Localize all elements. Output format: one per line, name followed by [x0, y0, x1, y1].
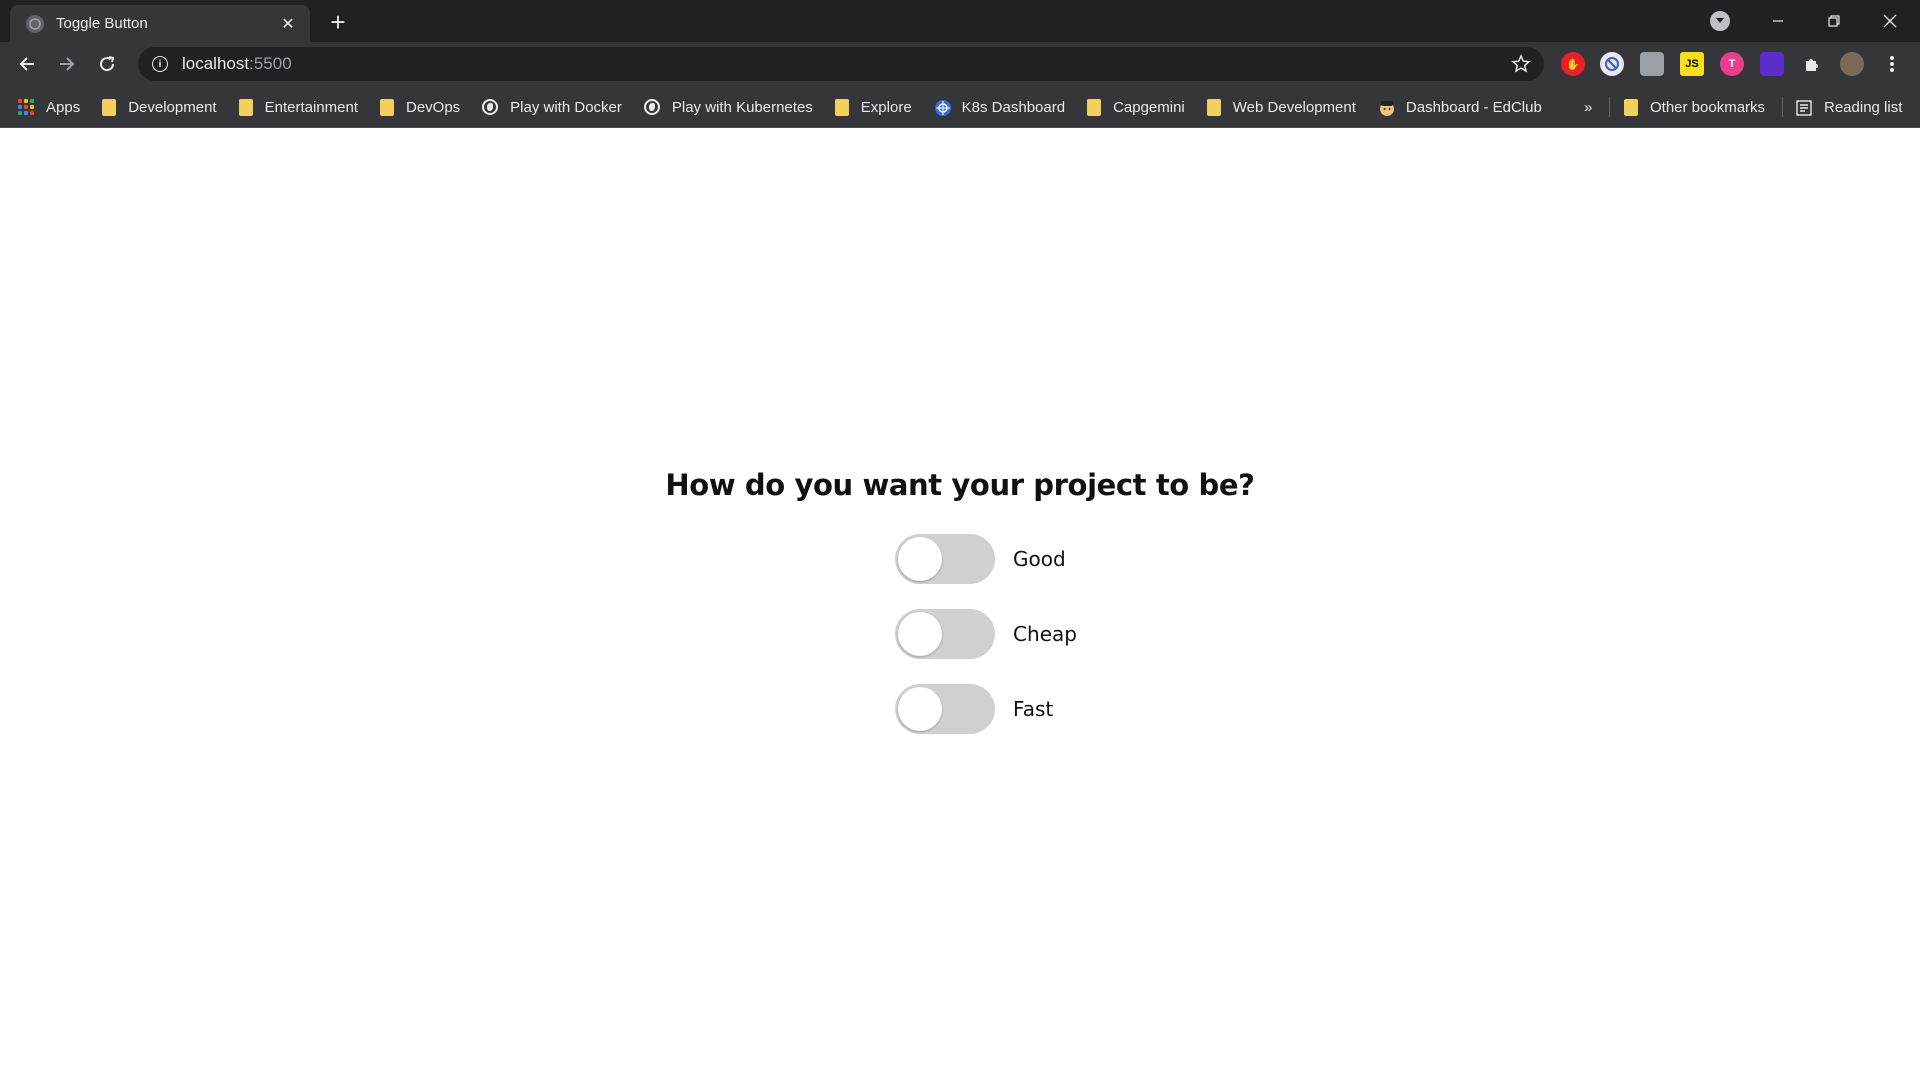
globe-icon	[26, 14, 44, 33]
bookmark-dashboard-edclub[interactable]: Dashboard - EdClub	[1378, 99, 1542, 116]
globe-icon	[643, 99, 660, 115]
bookmark-label: Web Development	[1232, 98, 1356, 116]
bookmark-label: Apps	[46, 98, 81, 116]
bookmarks-bar: Apps Development Entertainment DevOps Pl…	[0, 87, 1920, 128]
toggle-row-fast: Fast	[895, 684, 1077, 734]
toggle-knob	[898, 612, 943, 656]
toggle-panel: How do you want your project to be? Good…	[0, 468, 1920, 734]
restore-button[interactable]	[1806, 0, 1862, 42]
toggle-row-cheap: Cheap	[895, 609, 1077, 659]
toggle-switch-fast[interactable]	[895, 684, 996, 734]
bookmark-devops[interactable]: DevOps	[379, 98, 461, 116]
bookmark-label: Reading list	[1824, 99, 1903, 116]
bookmark-web-development[interactable]: Web Development	[1206, 98, 1356, 116]
bookmark-label: Other bookmarks	[1650, 99, 1766, 116]
reading-list-button[interactable]: Reading list	[1796, 87, 1902, 128]
folder-icon	[379, 98, 394, 116]
toggle-knob	[898, 537, 943, 581]
edclub-icon	[1378, 99, 1394, 116]
profile-extension-icon[interactable]	[1640, 52, 1664, 76]
bookmark-label: Play with Docker	[510, 98, 622, 116]
folder-icon	[102, 98, 117, 116]
forward-button[interactable]	[50, 47, 84, 81]
bookmark-k8s-dashboard[interactable]: K8s Dashboard	[934, 99, 1065, 116]
reading-list-icon	[1796, 99, 1812, 116]
folder-icon	[1624, 99, 1638, 116]
bookmark-capgemini[interactable]: Capgemini	[1087, 98, 1185, 116]
minimize-button[interactable]	[1750, 0, 1806, 42]
new-tab-button[interactable]: +	[322, 9, 354, 37]
adblock-extension-icon[interactable]: ✋	[1561, 52, 1585, 76]
bookmark-label: DevOps	[405, 98, 461, 116]
tab-strip: Toggle Button ✕ +	[0, 0, 1920, 42]
browser-window: Toggle Button ✕ + i localhost:5500 ✋ JS…	[0, 0, 1920, 1080]
browser-toolbar: i localhost:5500 ✋ JS T	[0, 42, 1920, 87]
close-icon[interactable]: ✕	[278, 14, 298, 34]
folder-icon	[834, 98, 849, 116]
bookmark-development[interactable]: Development	[102, 98, 217, 116]
extension-badge-icon[interactable]	[1760, 52, 1784, 76]
toggle-knob	[898, 687, 943, 731]
toggle-list: Good Cheap Fast	[895, 534, 1077, 734]
toggle-row-good: Good	[895, 534, 1077, 584]
address-host: localhost	[182, 54, 250, 73]
folder-icon	[238, 98, 253, 116]
back-button[interactable]	[10, 47, 44, 81]
bookmark-label: Capgemini	[1113, 98, 1185, 116]
bookmark-entertainment[interactable]: Entertainment	[238, 98, 358, 116]
folder-icon	[1206, 98, 1221, 116]
page-heading: How do you want your project to be?	[665, 468, 1255, 502]
kubernetes-icon	[934, 99, 951, 116]
bookmark-label: Dashboard - EdClub	[1405, 98, 1542, 116]
toggle-label-cheap: Cheap	[1013, 622, 1077, 646]
tab-toggle-button[interactable]: Toggle Button ✕	[10, 5, 310, 42]
t-extension-icon[interactable]: T	[1720, 52, 1744, 76]
bookmark-label: Development	[128, 98, 217, 116]
reload-icon	[100, 56, 115, 72]
address-port: :5500	[249, 54, 292, 73]
extensions-puzzle-icon[interactable]	[1800, 52, 1824, 76]
apps-grid-icon	[18, 99, 34, 115]
arrow-left-icon	[19, 57, 34, 71]
profile-avatar[interactable]	[1840, 52, 1864, 76]
bookmark-other-bookmarks[interactable]: Other bookmarks	[1624, 87, 1765, 128]
bookmark-play-with-kubernetes[interactable]: Play with Kubernetes	[643, 98, 813, 116]
bookmark-explore[interactable]: Explore	[834, 98, 912, 116]
reload-button[interactable]	[90, 47, 124, 81]
menu-kebab-icon[interactable]	[1880, 52, 1904, 76]
globe-icon	[482, 99, 499, 115]
site-info-icon[interactable]: i	[152, 56, 168, 72]
tab-title: Toggle Button	[56, 15, 148, 32]
toggle-label-fast: Fast	[1013, 697, 1054, 721]
bookmarks-overflow-button[interactable]: »	[1584, 87, 1592, 128]
toggle-label-good: Good	[1013, 547, 1066, 571]
bookmarks-divider	[1609, 97, 1610, 117]
bookmark-label: K8s Dashboard	[961, 98, 1066, 116]
address-bar[interactable]: i localhost:5500	[138, 47, 1544, 81]
bookmark-play-with-docker[interactable]: Play with Docker	[482, 99, 622, 116]
toggle-switch-cheap[interactable]	[895, 609, 996, 659]
bookmark-label: Entertainment	[264, 98, 358, 116]
tab-search-icon[interactable]	[1710, 11, 1730, 31]
toggle-switch-good[interactable]	[895, 534, 996, 584]
bookmark-apps[interactable]: Apps	[18, 99, 80, 116]
close-window-button[interactable]	[1862, 0, 1918, 42]
page-viewport: How do you want your project to be? Good…	[0, 128, 1920, 1080]
chevron-double-right-icon: »	[1584, 99, 1593, 116]
arrow-right-icon	[60, 57, 75, 71]
bookmark-label: Play with Kubernetes	[671, 98, 813, 116]
bookmark-star-icon[interactable]	[1510, 53, 1532, 75]
block-extension-icon[interactable]	[1600, 52, 1624, 76]
folder-icon	[1087, 98, 1102, 116]
js-extension-icon[interactable]: JS	[1680, 52, 1704, 76]
bookmark-label: Explore	[860, 98, 912, 116]
bookmarks-divider	[1782, 97, 1783, 117]
